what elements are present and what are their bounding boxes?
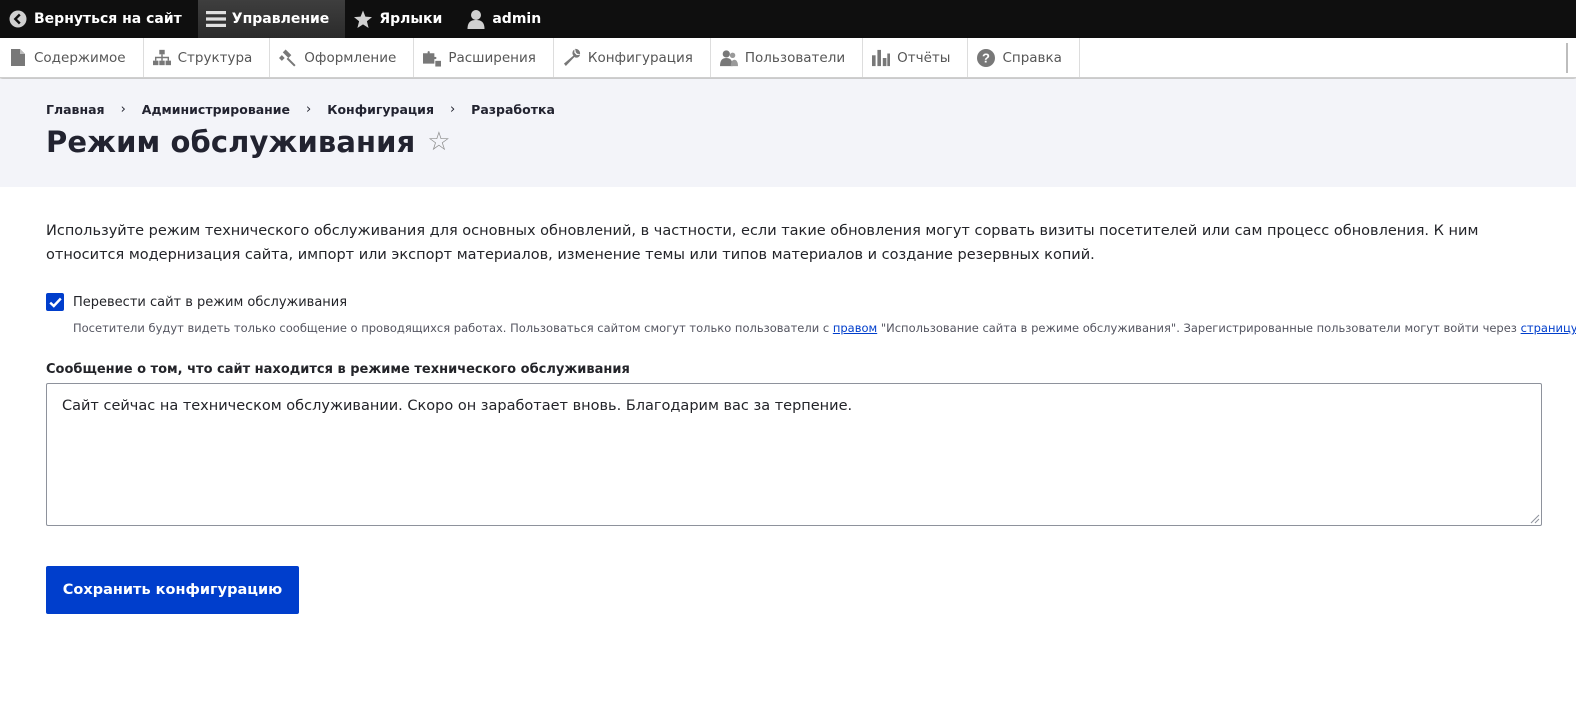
- tray-item-help[interactable]: ? Справка: [968, 38, 1080, 77]
- resize-grip-icon[interactable]: [1528, 512, 1540, 524]
- admin-menu-tray: Содержимое Структура Оформление Расширен…: [0, 38, 1576, 78]
- back-circle-icon: [8, 9, 28, 29]
- tray-item-configuration[interactable]: Конфигурация: [554, 38, 711, 77]
- tray-item-label: Расширения: [448, 49, 536, 66]
- tray-item-label: Оформление: [304, 49, 397, 66]
- back-to-site-label: Вернуться на сайт: [34, 11, 182, 27]
- paintbrush-icon: [279, 48, 297, 67]
- page-header: Главная › Администрирование › Конфигурац…: [0, 79, 1576, 187]
- permission-link[interactable]: правом: [833, 321, 877, 335]
- page-title: Режим обслуживания ☆: [46, 125, 451, 159]
- tray-orientation-toggle[interactable]: [1566, 43, 1568, 73]
- maintenance-mode-checkbox[interactable]: [46, 293, 64, 311]
- user-label: admin: [492, 11, 542, 27]
- people-icon: [719, 49, 738, 67]
- user-icon: [466, 9, 486, 29]
- description-text: "Использование сайта в режиме обслуживан…: [877, 321, 1521, 335]
- breadcrumb-development[interactable]: Разработка: [471, 102, 555, 117]
- tray-item-reports[interactable]: Отчёты: [863, 38, 969, 77]
- wrench-icon: [563, 48, 581, 67]
- hamburger-icon: [205, 9, 226, 29]
- maintenance-description: Используйте режим технического обслужива…: [46, 223, 1479, 263]
- tray-item-content[interactable]: Содержимое: [0, 38, 144, 77]
- tray-item-people[interactable]: Пользователи: [711, 38, 864, 77]
- manage-tab[interactable]: Управление: [197, 0, 346, 38]
- add-shortcut-star-icon[interactable]: ☆: [427, 127, 450, 157]
- shortcuts-tab[interactable]: Ярлыки: [345, 0, 458, 38]
- sitemap-icon: [152, 49, 171, 67]
- puzzle-icon: [423, 49, 442, 67]
- shortcuts-label: Ярлыки: [379, 11, 443, 27]
- maintenance-message-label: Сообщение о том, что сайт находится в ре…: [46, 362, 630, 377]
- tray-item-label: Структура: [177, 49, 253, 66]
- breadcrumb-home[interactable]: Главная: [46, 102, 105, 117]
- bar-chart-icon: [872, 49, 891, 67]
- login-page-link[interactable]: страницу входа: [1521, 321, 1576, 335]
- breadcrumb-administration[interactable]: Администрирование: [142, 102, 290, 117]
- user-tab[interactable]: admin: [458, 0, 557, 38]
- breadcrumb-configuration[interactable]: Конфигурация: [327, 102, 434, 117]
- breadcrumb-separator: ›: [449, 102, 456, 117]
- tray-item-extend[interactable]: Расширения: [414, 38, 554, 77]
- admin-toolbar: Вернуться на сайт Управление Ярлыки admi…: [0, 0, 1576, 38]
- tray-item-label: Содержимое: [34, 49, 126, 66]
- tray-item-label: Пользователи: [744, 49, 846, 66]
- checkmark-icon: [48, 297, 62, 308]
- star-icon: [353, 9, 373, 29]
- maintenance-mode-checkbox-row: Перевести сайт в режим обслуживания: [46, 293, 347, 311]
- back-to-site-link[interactable]: Вернуться на сайт: [0, 0, 198, 38]
- tray-item-structure[interactable]: Структура: [144, 38, 271, 77]
- tray-item-label: Отчёты: [897, 49, 951, 66]
- tray-item-appearance[interactable]: Оформление: [270, 38, 415, 77]
- maintenance-mode-description: Посетители будут видеть только сообщение…: [73, 321, 1576, 335]
- description-text: Посетители будут видеть только сообщение…: [73, 321, 833, 335]
- help-icon: ?: [977, 48, 996, 67]
- svg-text:?: ?: [982, 50, 990, 65]
- breadcrumb-separator: ›: [306, 102, 312, 117]
- breadcrumb: Главная › Администрирование › Конфигурац…: [46, 102, 555, 117]
- file-icon: [9, 49, 27, 67]
- maintenance-mode-label[interactable]: Перевести сайт в режим обслуживания: [73, 295, 347, 310]
- save-configuration-button[interactable]: Сохранить конфигурацию: [46, 566, 299, 614]
- breadcrumb-separator: ›: [120, 102, 126, 117]
- maintenance-message-textarea[interactable]: Сайт сейчас на техническом обслуживании.…: [46, 383, 1542, 526]
- tray-item-label: Конфигурация: [587, 49, 693, 66]
- tray-item-label: Справка: [1002, 49, 1062, 66]
- page-title-text: Режим обслуживания: [46, 125, 416, 159]
- manage-label: Управление: [231, 11, 330, 27]
